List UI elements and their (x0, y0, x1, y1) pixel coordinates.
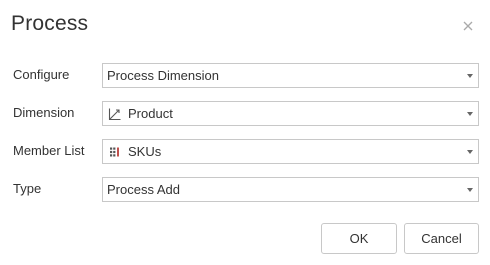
member-list-select[interactable]: SKUs (102, 139, 479, 164)
process-dialog: Process Configure Process Dimension Dime… (0, 0, 490, 265)
member-list-grid-icon (108, 145, 122, 159)
configure-label: Configure (13, 67, 70, 82)
configure-value: Process Dimension (107, 68, 219, 83)
dimension-label: Dimension (13, 105, 75, 120)
type-value: Process Add (107, 182, 180, 197)
dialog-title: Process (11, 12, 89, 35)
type-select[interactable]: Process Add (102, 177, 479, 202)
chevron-down-icon (467, 150, 473, 154)
dimension-axis-icon (108, 107, 122, 121)
dimension-value: Product (128, 106, 173, 121)
ok-button[interactable]: OK (321, 223, 397, 254)
member-list-label: Member List (13, 143, 85, 158)
chevron-down-icon (467, 112, 473, 116)
type-label: Type (13, 181, 42, 196)
close-icon[interactable] (460, 18, 476, 34)
cancel-button[interactable]: Cancel (404, 223, 479, 254)
member-list-value: SKUs (128, 144, 162, 159)
configure-select[interactable]: Process Dimension (102, 63, 479, 88)
chevron-down-icon (467, 188, 473, 192)
dimension-select[interactable]: Product (102, 101, 479, 126)
chevron-down-icon (467, 74, 473, 78)
